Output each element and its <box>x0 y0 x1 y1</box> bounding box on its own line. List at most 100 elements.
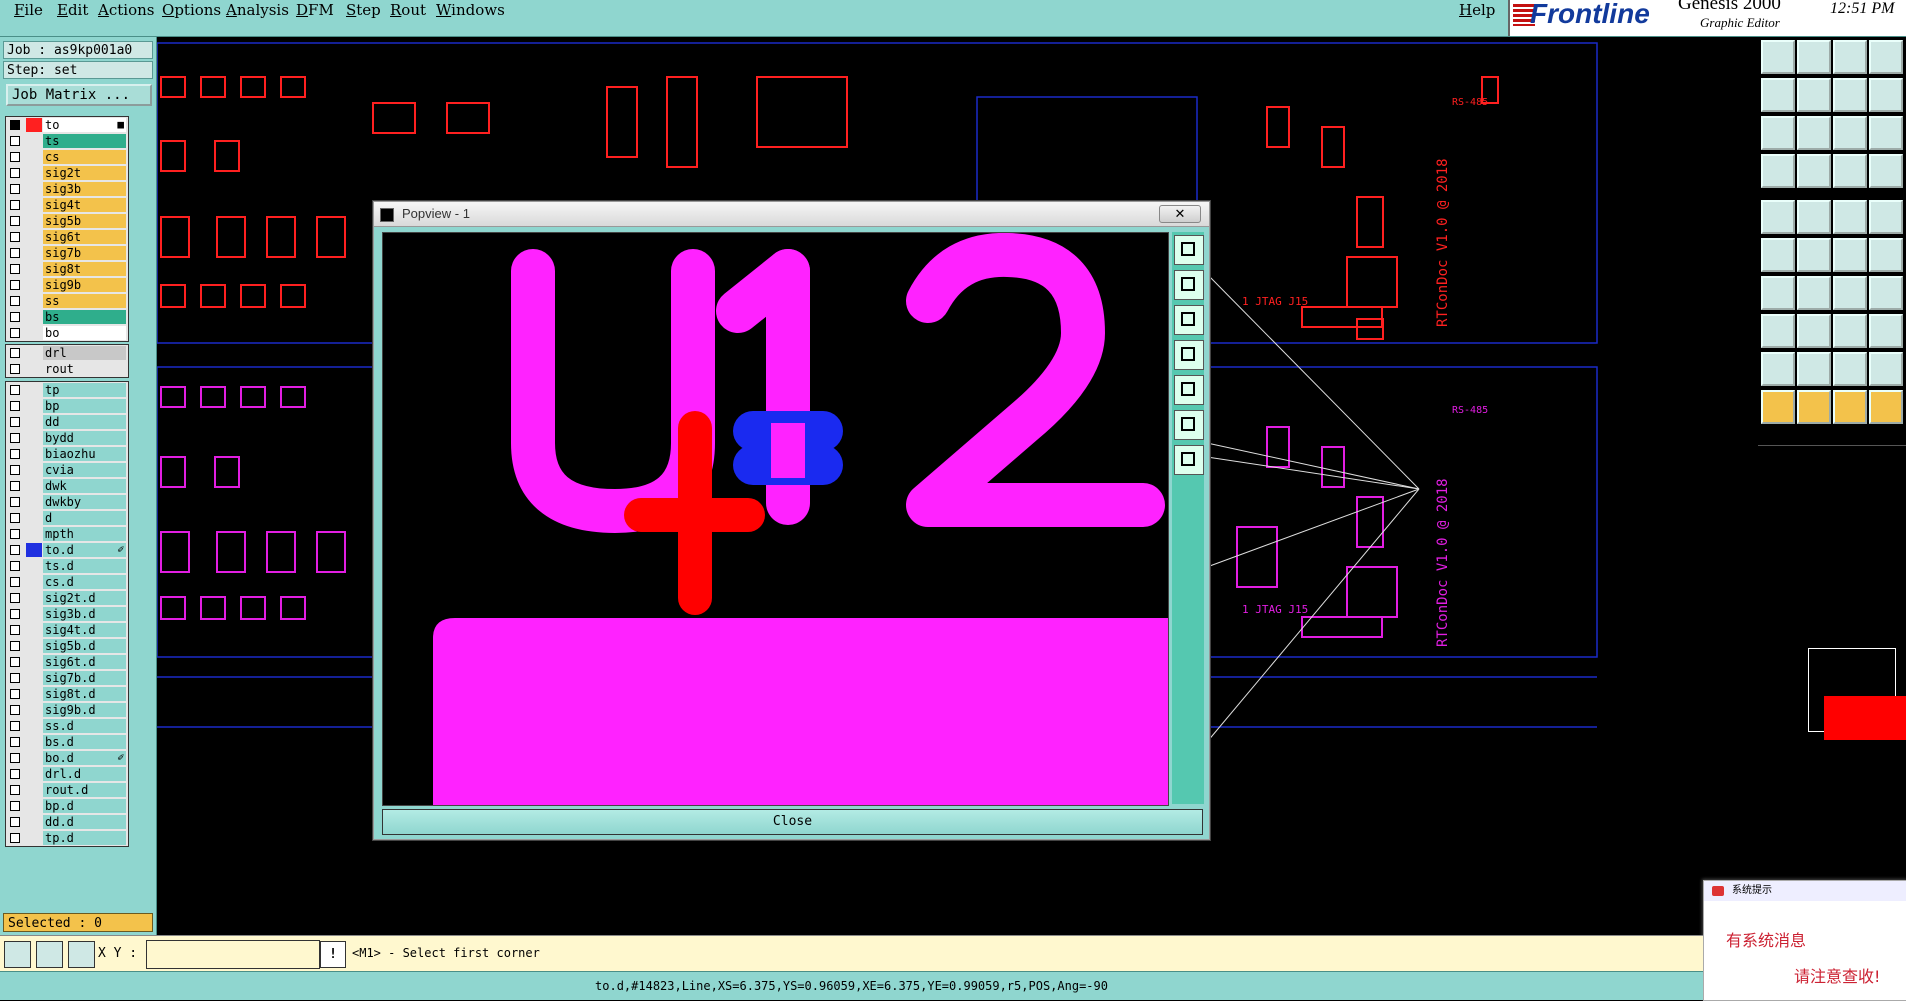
menu-step[interactable]: Step <box>346 1 381 19</box>
layer-color-swatch[interactable] <box>26 182 42 196</box>
layer-color-swatch[interactable] <box>26 591 42 605</box>
layer-checkbox[interactable] <box>10 136 20 146</box>
layer-color-swatch[interactable] <box>26 799 42 813</box>
layer-name[interactable]: ss <box>43 294 126 308</box>
layer-checkbox[interactable] <box>10 248 20 258</box>
menu-file[interactable]: File <box>14 1 43 19</box>
layer-name[interactable]: dwk <box>43 479 126 493</box>
layer-name[interactable]: to ■ <box>43 118 126 132</box>
flag-icon[interactable] <box>1869 390 1903 424</box>
layer-row-rout[interactable]: rout <box>6 361 128 377</box>
layer-name[interactable]: dd.d <box>43 815 126 829</box>
layer-name[interactable]: bs.d <box>43 735 126 749</box>
layer-color-swatch[interactable] <box>26 431 42 445</box>
layer-name[interactable]: sig7b.d <box>43 671 126 685</box>
layer-checkbox[interactable] <box>10 785 20 795</box>
layer-name[interactable]: sig3b <box>43 182 126 196</box>
layer-checkbox[interactable] <box>10 753 20 763</box>
layer-name[interactable]: drl.d <box>43 767 126 781</box>
layer-name[interactable]: sig6t.d <box>43 655 126 669</box>
line-color-icon[interactable] <box>1797 200 1831 234</box>
overview-minimap[interactable] <box>1758 445 1906 781</box>
layer-row-sig2t[interactable]: sig2t <box>6 165 128 181</box>
dash-icon[interactable] <box>1797 314 1831 348</box>
delta-icon[interactable] <box>1797 352 1831 386</box>
layer-checkbox[interactable] <box>10 817 20 827</box>
layer-row-ts-d[interactable]: ts.d <box>6 558 128 574</box>
layer-name[interactable]: sig3b.d <box>43 607 126 621</box>
layer-row-biaozhu[interactable]: biaozhu <box>6 446 128 462</box>
layer-row-sig3b[interactable]: sig3b <box>6 181 128 197</box>
copy-in-icon[interactable] <box>1761 78 1795 112</box>
pointer-icon[interactable] <box>1761 390 1795 424</box>
layer-color-swatch[interactable] <box>26 326 42 340</box>
fit-icon[interactable] <box>1761 116 1795 150</box>
layer-checkbox[interactable] <box>10 577 20 587</box>
layer-row-sig5b-d[interactable]: sig5b.d <box>6 638 128 654</box>
layer-name[interactable]: drl <box>43 346 126 360</box>
popview-titlebar[interactable]: Popview - 1 ✕ <box>374 202 1209 227</box>
layer-checkbox[interactable] <box>10 296 20 306</box>
layer-checkbox[interactable] <box>10 497 20 507</box>
popview-close-button[interactable]: Close <box>382 809 1203 835</box>
system-notice-popup[interactable]: 系统提示 有系统消息 请注意查收! <box>1703 880 1906 1001</box>
layer-row-sig4t-d[interactable]: sig4t.d <box>6 622 128 638</box>
layer-color-swatch[interactable] <box>26 362 42 376</box>
mirror-icon[interactable] <box>1833 78 1867 112</box>
layer-checkbox[interactable] <box>10 364 20 374</box>
layer-checkbox[interactable] <box>10 280 20 290</box>
layer-row-bo[interactable]: bo <box>6 325 128 341</box>
connect-icon[interactable] <box>1833 154 1867 188</box>
layer-color-swatch[interactable] <box>26 623 42 637</box>
layer-row-sig6t[interactable]: sig6t <box>6 229 128 245</box>
layer-color-swatch[interactable] <box>26 214 42 228</box>
layer-color-swatch[interactable] <box>26 463 42 477</box>
layer-checkbox[interactable] <box>10 721 20 731</box>
layer-row-tp[interactable]: tp <box>6 382 128 398</box>
layer-row-ts[interactable]: ts <box>6 133 128 149</box>
layer-row-bs-d[interactable]: bs.d <box>6 734 128 750</box>
snap-icon[interactable] <box>1869 314 1903 348</box>
layer-color-swatch[interactable] <box>26 399 42 413</box>
target-icon[interactable] <box>1833 314 1867 348</box>
layer-row-to-d[interactable]: to.d ✐ <box>6 542 128 558</box>
layer-name[interactable]: cs.d <box>43 575 126 589</box>
layer-color-swatch[interactable] <box>26 294 42 308</box>
pad-icon[interactable] <box>1869 154 1903 188</box>
layer-name[interactable]: tp <box>43 383 126 397</box>
layer-color-swatch[interactable] <box>26 575 42 589</box>
arc-icon[interactable] <box>1833 276 1867 310</box>
layer-color-swatch[interactable] <box>26 262 42 276</box>
help-icon[interactable] <box>1869 116 1903 150</box>
layer-checkbox[interactable] <box>10 561 20 571</box>
layer-row-sig8t-d[interactable]: sig8t.d <box>6 686 128 702</box>
layer-row-bs[interactable]: bs <box>6 309 128 325</box>
layer-name[interactable]: rout <box>43 362 126 376</box>
layer-name[interactable]: bp <box>43 399 126 413</box>
layer-color-swatch[interactable] <box>26 751 42 765</box>
layer-row-mpth[interactable]: mpth <box>6 526 128 542</box>
grid-icon[interactable] <box>68 941 95 968</box>
snap-mode-icon[interactable] <box>4 941 31 968</box>
scale-icon[interactable] <box>1833 116 1867 150</box>
arc-alt-icon[interactable] <box>1869 276 1903 310</box>
align-icon[interactable] <box>1869 78 1903 112</box>
layer-checkbox[interactable] <box>10 200 20 210</box>
layer-row-tp-d[interactable]: tp.d <box>6 830 128 846</box>
close-icon[interactable]: ✕ <box>1159 205 1201 223</box>
menu-windows[interactable]: Windows <box>436 1 505 19</box>
layer-color-swatch[interactable] <box>26 495 42 509</box>
record-icon[interactable] <box>1761 200 1795 234</box>
copy-out-icon[interactable] <box>1797 78 1831 112</box>
layer-row-dwk[interactable]: dwk <box>6 478 128 494</box>
layer-checkbox[interactable] <box>10 481 20 491</box>
layer-name[interactable]: bs <box>43 310 126 324</box>
layer-checkbox[interactable] <box>10 216 20 226</box>
layer-icon[interactable] <box>1869 40 1903 74</box>
popview-center-icon[interactable] <box>1174 445 1204 475</box>
insert-pad-icon[interactable] <box>1761 314 1795 348</box>
layer-checkbox[interactable] <box>10 737 20 747</box>
popview-zoom-out-icon[interactable] <box>1174 305 1204 335</box>
layer-row-dd-d[interactable]: dd.d <box>6 814 128 830</box>
layer-name[interactable]: sig2t.d <box>43 591 126 605</box>
